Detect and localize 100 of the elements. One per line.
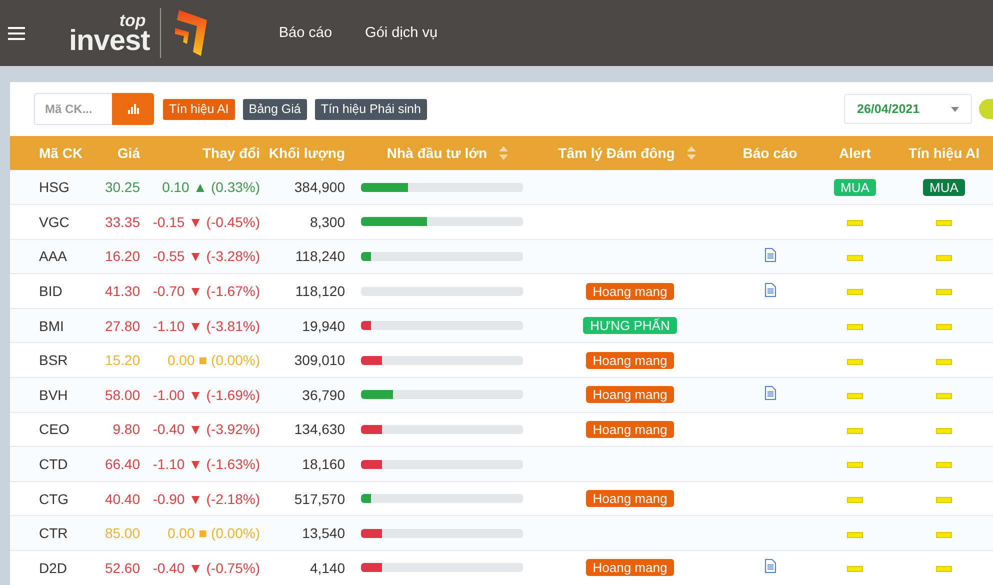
price-change: -0.55 ▼ (-3.28%) (152, 248, 260, 264)
column-header: Khối lượng (268, 145, 345, 161)
sentiment-tag: Hoang mang (586, 352, 674, 369)
dash-icon (847, 462, 863, 468)
price: 58.00 (104, 386, 140, 403)
stock-code: BSR (39, 352, 68, 368)
price-change: -0.70 ▼ (-1.67%) (152, 283, 260, 300)
logo-icon (172, 8, 209, 58)
price: 66.40 (104, 456, 140, 472)
column-header: Tín hiệu AI (908, 145, 980, 161)
dash-icon (847, 393, 863, 400)
column-header: Alert (839, 145, 871, 161)
column-header: Nhà đầu tư lớn (386, 145, 488, 161)
alert-tag: MUA (834, 178, 876, 196)
volume: 8,300 (310, 214, 345, 230)
bar-chart-icon (128, 104, 138, 114)
column-header: Giá (117, 145, 140, 161)
caret-icon (951, 106, 959, 112)
stock-code: CTD (39, 456, 68, 472)
dash-icon (847, 289, 863, 296)
price: 85.00 (104, 525, 140, 542)
column-header: Thay đổi (202, 145, 260, 161)
dash-icon (936, 254, 952, 261)
stock-code: BVH (39, 386, 68, 403)
dash-icon (847, 324, 863, 330)
stock-code: BID (39, 283, 62, 300)
price: 41.30 (104, 283, 140, 300)
chart-button[interactable] (112, 93, 154, 125)
price-change: 0.10 ▲ (0.33%) (162, 179, 260, 196)
dash-icon (936, 220, 952, 226)
dash-icon (936, 566, 952, 572)
document-icon[interactable] (764, 248, 776, 262)
price: 33.35 (104, 214, 140, 230)
stock-code: CTG (39, 490, 69, 507)
stock-code: HSG (39, 179, 70, 196)
dash-icon (936, 462, 952, 468)
stock-code: CEO (39, 421, 70, 438)
price-change: -0.90 ▼ (-2.18%) (152, 490, 260, 507)
volume: 4,140 (310, 560, 345, 576)
search-field[interactable]: Mã CK... (34, 93, 112, 125)
price-change: -1.10 ▼ (-3.81%) (152, 318, 260, 334)
dash-icon (847, 358, 863, 365)
sentiment-tag: Hoang mang (586, 490, 674, 508)
dash-icon (936, 393, 952, 400)
sentiment-tag: Hoang mang (586, 420, 674, 438)
volume: 18,160 (302, 456, 345, 472)
volume: 118,120 (295, 283, 345, 300)
nav-link[interactable]: Báo cáo (278, 25, 332, 41)
price: 30.25 (104, 179, 140, 196)
dash-icon (936, 289, 952, 296)
date-select[interactable]: 26/04/2021 (844, 94, 972, 124)
volume: 13,540 (302, 525, 345, 542)
dash-icon (936, 324, 952, 330)
volume: 384,900 (294, 179, 345, 196)
document-icon[interactable] (764, 282, 776, 297)
column-header: Báo cáo (742, 145, 798, 161)
volume: 118,240 (295, 248, 345, 264)
dash-icon (847, 428, 863, 434)
dash-icon (936, 496, 952, 503)
volume: 134,630 (294, 421, 345, 438)
dash-icon (847, 496, 863, 503)
volume: 517,570 (294, 490, 345, 507)
volume: 309,010 (294, 352, 345, 368)
dash-icon (847, 254, 863, 261)
stock-code: VGC (39, 214, 70, 230)
tab[interactable]: Bảng Giá (242, 98, 307, 120)
price: 27.80 (104, 318, 140, 334)
dash-icon (936, 428, 952, 434)
price-change: -0.40 ▼ (-0.75%) (152, 560, 260, 576)
dash-icon (936, 532, 952, 538)
stock-code: D2D (39, 560, 68, 576)
dash-icon (936, 358, 952, 365)
document-icon[interactable] (764, 559, 776, 574)
sentiment-tag: HƯNG PHẤN (583, 317, 677, 334)
price: 40.40 (104, 490, 140, 507)
price: 15.20 (104, 352, 140, 368)
volume: 19,940 (302, 318, 345, 334)
price-change: 0.00 ■ (0.00%) (167, 352, 260, 368)
sentiment-tag: Hoang mang (586, 386, 674, 404)
column-header: Mã CK (39, 145, 83, 161)
stock-code: AAA (39, 248, 68, 264)
menu-icon[interactable] (8, 26, 25, 40)
price-change: -1.10 ▼ (-1.63%) (152, 456, 260, 472)
dash-icon (847, 220, 863, 226)
sentiment-tag: Hoang mang (586, 559, 674, 576)
sentiment-tag: Hoang mang (586, 282, 674, 300)
document-icon[interactable] (764, 386, 776, 400)
signal-tag: MUA (922, 178, 966, 196)
nav-link[interactable]: Gói dịch vụ (365, 25, 438, 41)
price: 9.80 (112, 421, 140, 438)
price: 16.20 (104, 248, 140, 264)
stock-code: BMI (39, 318, 64, 334)
price-change: -0.40 ▼ (-3.92%) (152, 421, 260, 438)
dash-icon (847, 566, 863, 572)
dash-icon (847, 532, 863, 538)
tab[interactable]: Tín hiệu Phái sinh (314, 98, 427, 120)
price: 52.60 (104, 560, 140, 576)
volume: 36,790 (302, 386, 345, 403)
stock-code: CTR (39, 525, 68, 542)
price-change: -0.15 ▼ (-0.45%) (152, 214, 260, 230)
